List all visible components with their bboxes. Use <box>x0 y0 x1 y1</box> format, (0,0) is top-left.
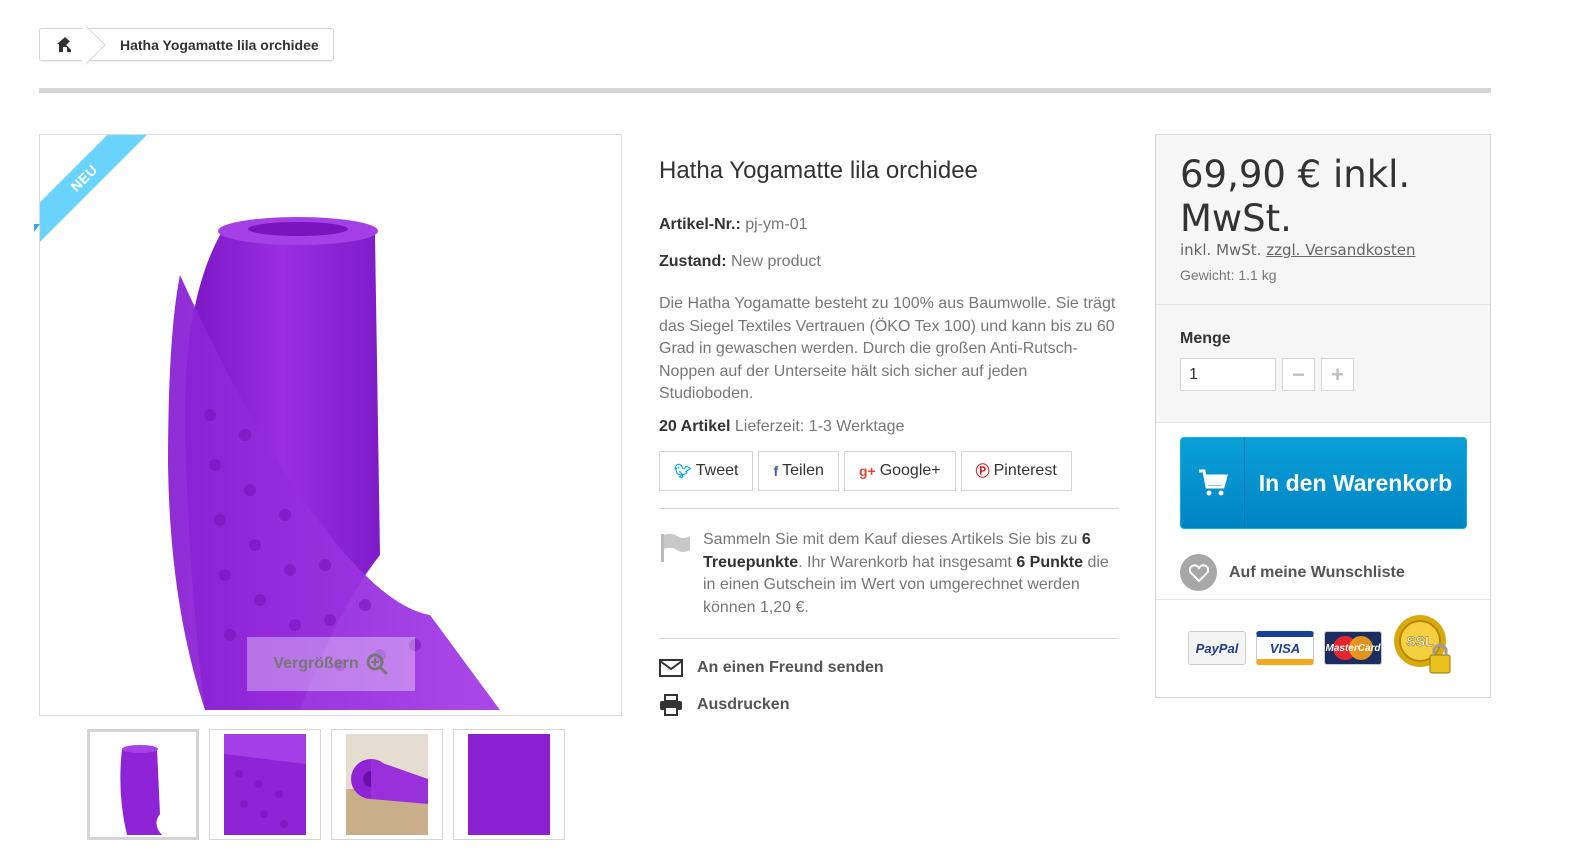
google-label: Google+ <box>879 462 941 479</box>
ribbon-tail <box>34 224 40 232</box>
thumbnail-4[interactable] <box>453 729 565 840</box>
reference-label: Artikel-Nr.: <box>659 216 741 233</box>
zoom-label: Vergrößern <box>273 655 359 672</box>
breadcrumb-current: Hatha Yogamatte lila orchidee <box>120 36 319 53</box>
loyalty-block: Sammeln Sie mit dem Kauf dieses Artikels… <box>659 529 1119 619</box>
ssl-seal: SSL <box>1392 613 1456 677</box>
payment-divider <box>1156 599 1490 600</box>
product-main-image[interactable]: NEU Vergrößern <box>39 134 622 716</box>
quantity-decrease-button[interactable]: − <box>1282 358 1315 391</box>
thumbnail-2[interactable] <box>209 729 321 840</box>
stock-info: 20 Artikel Lieferzeit: 1-3 Werktage <box>659 418 904 436</box>
thumbnail-3[interactable] <box>331 729 443 840</box>
flag-icon <box>661 533 690 562</box>
add-to-cart-button[interactable]: In den Warenkorb <box>1180 437 1467 529</box>
product-title: Hatha Yogamatte lila orchidee <box>659 157 978 184</box>
shipping-link[interactable]: zzgl. Versandkosten <box>1266 241 1415 259</box>
social-share: 🐦︎ Tweet f Teilen g+ Google+ Ⓟ Pinterest <box>659 451 1072 491</box>
price-section: 69,90 € inkl. MwSt. inkl. MwSt. zzgl. Ve… <box>1156 135 1490 305</box>
send-to-friend-link[interactable]: An einen Freund senden <box>659 657 884 679</box>
reference-value: pj-ym-01 <box>745 216 808 233</box>
product-reference: Artikel-Nr.: pj-ym-01 <box>659 216 807 234</box>
quantity-section: Menge 1 − + <box>1156 305 1490 423</box>
pinterest-icon: Ⓟ <box>975 463 990 479</box>
condition-value: New product <box>731 253 821 270</box>
printer-icon <box>660 694 682 716</box>
loyalty-text: Sammeln Sie mit dem Kauf dieses Artikels… <box>703 529 1119 619</box>
heart-icon <box>1188 563 1209 582</box>
breadcrumb-home[interactable] <box>40 25 106 65</box>
print-link[interactable]: Ausdrucken <box>659 694 789 716</box>
visa-logo: VISA <box>1256 631 1314 665</box>
new-ribbon-label: NEU <box>40 135 149 244</box>
stock-count: 20 Artikel <box>659 418 731 435</box>
delivery-time: Lieferzeit: 1-3 Werktage <box>734 418 905 435</box>
wishlist-link[interactable]: Auf meine Wunschliste <box>1180 554 1405 591</box>
facebook-icon: f <box>773 463 779 479</box>
product-description: Die Hatha Yogamatte besteht zu 100% aus … <box>659 295 1116 402</box>
wishlist-label: Auf meine Wunschliste <box>1229 563 1405 581</box>
facebook-share-button[interactable]: f Teilen <box>758 451 839 491</box>
ssl-label: SSL <box>1406 633 1434 649</box>
add-to-cart-label: In den Warenkorb <box>1258 470 1453 496</box>
ssl-lock-icon: SSL <box>1394 615 1451 674</box>
thumbnail-image <box>224 734 306 835</box>
header-divider <box>39 88 1491 93</box>
google-plus-icon: g+ <box>858 463 876 479</box>
quantity-input[interactable]: 1 <box>1180 358 1276 391</box>
divider <box>659 508 1119 509</box>
product-price: 69,90 € inkl. MwSt. <box>1180 153 1411 240</box>
shopping-cart-icon <box>1198 469 1228 496</box>
loyalty-text-2: . Ihr Warenkorb hat insgesamt <box>798 553 1017 571</box>
product-condition: Zustand: New product <box>659 253 821 271</box>
pinterest-label: Pinterest <box>993 462 1057 479</box>
loyalty-text-1: Sammeln Sie mit dem Kauf dieses Artikels… <box>703 531 1082 548</box>
new-ribbon: NEU <box>40 135 149 244</box>
print-label: Ausdrucken <box>697 696 790 713</box>
quantity-label: Menge <box>1180 330 1231 347</box>
thumbnail-image <box>346 734 428 835</box>
send-to-friend-label: An einen Freund senden <box>697 659 884 676</box>
tweet-label: Tweet <box>695 462 739 479</box>
share-label: Teilen <box>782 462 824 479</box>
zoom-button[interactable]: Vergrößern <box>247 637 415 691</box>
quantity-stepper: 1 − + <box>1180 358 1466 391</box>
cart-icon-wrap <box>1181 438 1245 528</box>
divider <box>659 638 1119 639</box>
quantity-increase-button[interactable]: + <box>1321 358 1354 391</box>
pinterest-button[interactable]: Ⓟ Pinterest <box>960 451 1072 491</box>
tweet-button[interactable]: 🐦︎ Tweet <box>659 451 754 491</box>
condition-label: Zustand: <box>659 253 727 270</box>
envelope-icon <box>659 659 683 677</box>
zoom-in-icon <box>366 653 388 676</box>
mastercard-label: MasterCard <box>1325 642 1381 654</box>
thumbnail-1[interactable] <box>87 729 199 840</box>
google-plus-button[interactable]: g+ Google+ <box>843 451 956 491</box>
product-weight: Gewicht: 1.1 kg <box>1180 267 1277 283</box>
tax-note: inkl. MwSt. zzgl. Versandkosten <box>1180 241 1466 259</box>
payment-methods: PayPal VISA MasterCard SSL <box>1188 615 1456 677</box>
buy-box: 69,90 € inkl. MwSt. inkl. MwSt. zzgl. Ve… <box>1155 134 1491 698</box>
mastercard-logo: MasterCard <box>1324 631 1382 665</box>
tax-label: inkl. MwSt. <box>1180 241 1262 259</box>
cart-points: 6 Punkte <box>1016 553 1083 571</box>
wishlist-icon-wrap <box>1180 554 1217 591</box>
thumbnail-image <box>468 734 550 835</box>
paypal-logo: PayPal <box>1188 631 1246 665</box>
thumbnail-list <box>87 729 565 840</box>
twitter-icon: 🐦︎ <box>674 462 692 479</box>
thumbnail-image <box>102 734 184 835</box>
breadcrumb: Hatha Yogamatte lila orchidee <box>39 25 334 65</box>
